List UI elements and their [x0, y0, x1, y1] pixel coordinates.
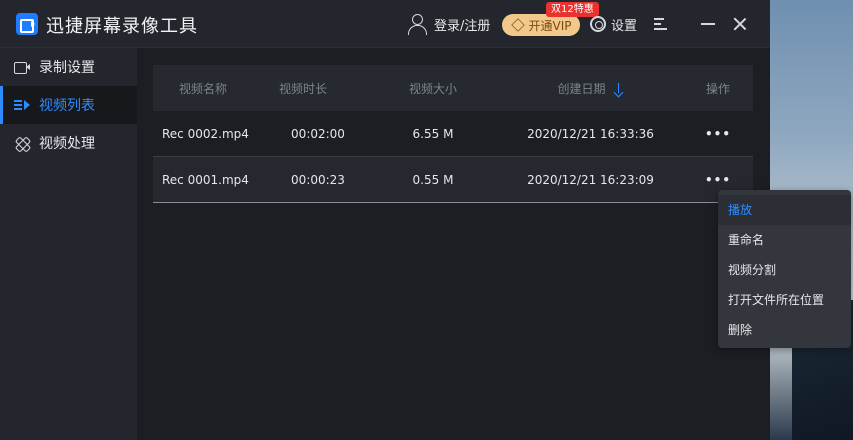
app-title: 迅捷屏幕录像工具 [46, 16, 198, 37]
table-row[interactable]: Rec 0001.mp4 00:00:23 0.55 M 2020/12/21 … [153, 157, 753, 203]
login-button[interactable]: 登录/注册 [406, 12, 490, 36]
sidebar-item-video-processing[interactable]: 视频处理 [0, 124, 137, 162]
vip-label: 开通VIP [528, 18, 572, 33]
cell-duration: 00:02:00 [291, 126, 345, 141]
app-window: 迅捷屏幕录像工具 登录/注册 开通VIP 双12特惠 设置 录制设置 视频列表 [0, 0, 770, 440]
context-menu: 播放 重命名 视频分割 打开文件所在位置 删除 [718, 190, 851, 348]
menu-item-open-location[interactable]: 打开文件所在位置 [718, 285, 851, 315]
sidebar-item-label: 视频列表 [39, 98, 95, 114]
diamond-icon [511, 19, 525, 31]
main-content: 视频名称 视频时长 视频大小 创建日期 操作 Rec 0002.mp4 00:0… [137, 48, 770, 440]
more-options-icon[interactable]: ••• [705, 127, 731, 141]
cell-name: Rec 0001.mp4 [162, 172, 249, 187]
cell-ops: ••• [683, 173, 753, 187]
gear-icon [590, 16, 606, 32]
header-ops: 操作 [705, 81, 730, 96]
camera-icon [14, 59, 30, 75]
user-icon [406, 13, 428, 35]
cell-size: 6.55 M [412, 126, 454, 141]
settings-label: 设置 [611, 18, 638, 34]
login-label: 登录/注册 [434, 18, 491, 34]
minimize-icon[interactable] [701, 23, 715, 25]
cell-size: 0.55 M [412, 172, 454, 187]
header-date-label: 创建日期 [557, 81, 606, 96]
menu-item-delete[interactable]: 删除 [718, 315, 851, 345]
menu-icon[interactable] [654, 17, 668, 31]
header-date[interactable]: 创建日期 [498, 80, 683, 97]
sort-down-icon[interactable] [614, 83, 624, 95]
menu-item-split[interactable]: 视频分割 [718, 255, 851, 285]
settings-button[interactable]: 设置 [590, 13, 637, 35]
tools-icon [14, 135, 30, 151]
video-table: 视频名称 视频时长 视频大小 创建日期 操作 Rec 0002.mp4 00:0… [153, 65, 753, 203]
list-icon [14, 97, 30, 113]
menu-item-play[interactable]: 播放 [718, 195, 851, 225]
header-size[interactable]: 视频大小 [368, 80, 498, 97]
sidebar: 录制设置 视频列表 视频处理 [0, 48, 137, 440]
cell-duration: 00:00:23 [291, 172, 345, 187]
title-bar: 迅捷屏幕录像工具 登录/注册 开通VIP 双12特惠 设置 [0, 0, 770, 48]
sidebar-item-record-settings[interactable]: 录制设置 [0, 48, 137, 86]
sidebar-item-label: 录制设置 [39, 60, 95, 76]
close-icon[interactable] [732, 16, 748, 32]
more-options-icon[interactable]: ••• [705, 173, 731, 187]
cell-ops: ••• [683, 127, 753, 141]
header-name[interactable]: 视频名称 [153, 80, 268, 97]
sidebar-item-video-list[interactable]: 视频列表 [0, 86, 137, 124]
table-header: 视频名称 视频时长 视频大小 创建日期 操作 [153, 65, 753, 111]
cell-name: Rec 0002.mp4 [162, 126, 249, 141]
cell-date: 2020/12/21 16:33:36 [527, 126, 654, 141]
header-duration[interactable]: 视频时长 [268, 80, 368, 97]
sidebar-item-label: 视频处理 [39, 136, 95, 152]
cell-date: 2020/12/21 16:23:09 [527, 172, 654, 187]
vip-button[interactable]: 开通VIP [502, 14, 580, 36]
table-row[interactable]: Rec 0002.mp4 00:02:00 6.55 M 2020/12/21 … [153, 111, 753, 157]
app-logo-icon [16, 13, 38, 35]
menu-item-rename[interactable]: 重命名 [718, 225, 851, 255]
